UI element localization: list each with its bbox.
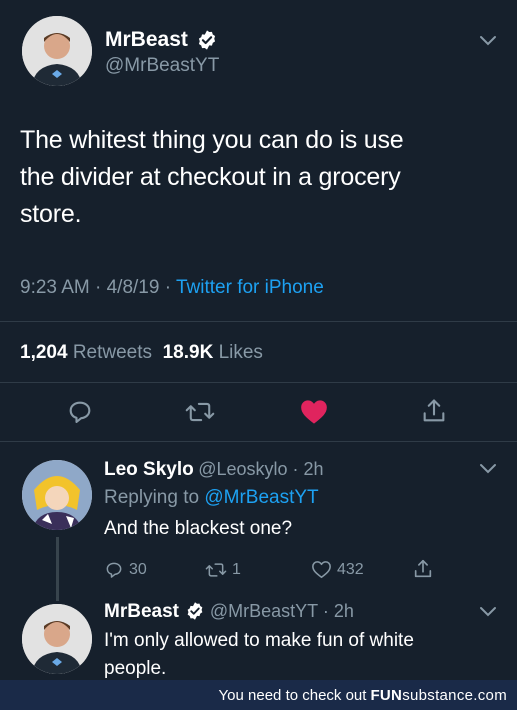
retweet-icon[interactable] [185, 398, 215, 426]
retweet-count: 1 [232, 561, 241, 578]
tweet-text: The whitest thing you can do is use the … [20, 122, 404, 233]
author-avatar[interactable] [22, 16, 92, 86]
tweet-text-line: The whitest thing you can do is use [20, 126, 404, 154]
author-name[interactable]: MrBeast [105, 28, 188, 51]
reply-like-button[interactable]: 432 [311, 560, 364, 579]
reply2-text-line: I'm only allowed to make fun of white [104, 630, 414, 651]
heart-icon [312, 561, 331, 579]
reply2-avatar[interactable] [22, 604, 92, 674]
tweet-timestamp[interactable]: 9:23 AM · 4/8/19 · [20, 277, 176, 298]
chevron-down-icon[interactable] [478, 462, 498, 476]
thread-line [56, 537, 59, 601]
reply-text: And the blackest one? [104, 518, 293, 539]
divider [0, 441, 517, 442]
heart-icon[interactable] [300, 399, 328, 425]
author-handle[interactable]: @MrBeastYT [105, 55, 219, 77]
reply2-author-handle[interactable]: @MrBeastYT · 2h [210, 601, 354, 621]
divider [0, 382, 517, 383]
reply2-author-name[interactable]: MrBeast [104, 601, 179, 622]
like-count: 432 [337, 560, 364, 578]
tweet-stats: 1,204 Retweets 18.9K Likes [20, 342, 263, 364]
reply-reply-button[interactable]: 30 [104, 560, 147, 580]
replying-to-link[interactable]: @MrBeastYT [204, 487, 318, 508]
tweet-meta: 9:23 AM · 4/8/19 · Twitter for iPhone [20, 277, 324, 299]
reply-count: 30 [129, 561, 147, 578]
replying-to: Replying to @MrBeastYT [104, 487, 319, 508]
tweet-source-link[interactable]: Twitter for iPhone [176, 277, 324, 298]
retweet-icon [205, 563, 227, 577]
reply-author-name[interactable]: Leo Skylo [104, 459, 194, 480]
watermark-text: You need to check out [218, 686, 367, 704]
likes-stat[interactable]: 18.9K Likes [163, 342, 263, 363]
chevron-down-icon[interactable] [478, 34, 498, 48]
share-icon[interactable] [420, 397, 448, 425]
reply-icon [106, 562, 122, 578]
watermark-brand: FUNsubstance.com [370, 686, 507, 704]
tweet-text-line: store. [20, 200, 82, 228]
tweet-text-line: the divider at checkout in a grocery [20, 163, 401, 191]
reply2-text: I'm only allowed to make fun of white pe… [104, 627, 414, 683]
chevron-down-icon[interactable] [478, 605, 498, 619]
watermark-footer: You need to check out FUNsubstance.com [0, 680, 517, 710]
retweets-stat[interactable]: 1,204 Retweets [20, 342, 152, 363]
reply-retweet-button[interactable]: 1 [205, 560, 241, 580]
divider [0, 321, 517, 322]
reply-avatar[interactable] [22, 460, 92, 530]
verified-badge-icon [188, 602, 203, 620]
reply2-text-line: people. [104, 658, 167, 679]
reply-icon[interactable] [66, 398, 94, 426]
reply-author-handle[interactable]: @Leoskylo · 2h [198, 459, 323, 479]
share-icon[interactable] [412, 558, 434, 580]
verified-badge-icon [199, 30, 216, 50]
